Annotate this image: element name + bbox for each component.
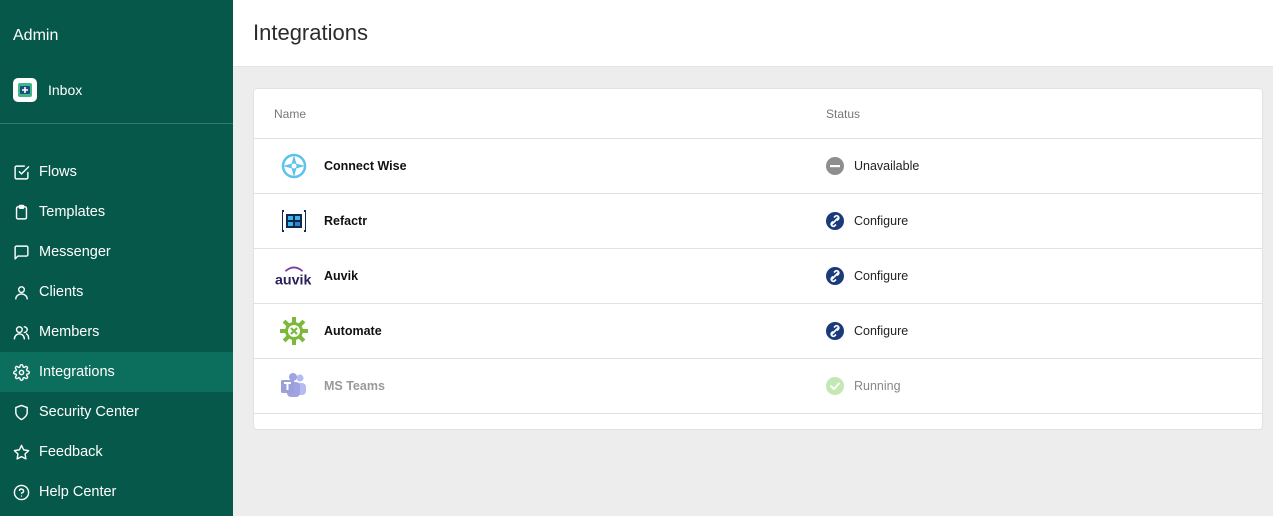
sidebar-item-label: Flows (39, 164, 77, 180)
sidebar-nav: Flows Templates Messenger Clients Member… (0, 152, 233, 512)
link-circle-icon (826, 322, 844, 340)
link-circle-icon (826, 212, 844, 230)
sidebar-item-messenger[interactable]: Messenger (0, 232, 233, 272)
sidebar-item-members[interactable]: Members (0, 312, 233, 352)
sidebar-item-integrations[interactable]: Integrations (0, 352, 233, 392)
sidebar-item-label: Messenger (39, 244, 111, 260)
table-header: Name Status (254, 89, 1262, 139)
table-row: Automate Configure (254, 304, 1262, 359)
sidebar-item-label: Members (39, 324, 100, 340)
column-header-name: Name (274, 107, 307, 121)
auvik-logo-text: auvik (275, 273, 312, 287)
gear-icon (13, 363, 30, 381)
integration-name: Automate (324, 324, 382, 338)
integration-status-label: Configure (854, 324, 909, 338)
refactr-logo (274, 205, 314, 237)
sidebar-item-clients[interactable]: Clients (0, 272, 233, 312)
table-row: auvik Auvik Configure (254, 249, 1262, 304)
connectwise-logo (274, 150, 314, 182)
integration-status-label: Unavailable (854, 159, 920, 173)
integration-name: Connect Wise (324, 159, 407, 173)
sidebar-inbox-link[interactable]: Inbox (13, 78, 213, 102)
sidebar-item-security-center[interactable]: Security Center (0, 392, 233, 432)
sidebar-item-label: Clients (39, 284, 84, 300)
integration-status-label: Configure (854, 269, 909, 283)
sidebar-item-label: Help Center (39, 484, 117, 500)
ms-teams-logo (274, 370, 314, 402)
person-icon (13, 284, 30, 301)
configure-button[interactable]: Configure (826, 267, 908, 285)
sidebar: Admin Inbox Flows Templates Messenger Cl… (0, 0, 233, 516)
integration-name: Auvik (324, 269, 359, 283)
page-title: Integrations (253, 20, 368, 45)
sidebar-item-feedback[interactable]: Feedback (0, 432, 233, 472)
people-icon (13, 324, 30, 341)
auvik-logo: auvik (274, 260, 314, 292)
clipboard-icon (13, 204, 30, 221)
star-icon (13, 444, 30, 461)
configure-button[interactable]: Configure (826, 322, 908, 340)
check-circle-icon (826, 377, 844, 395)
integration-status-label: Configure (854, 214, 909, 228)
minus-circle-icon (826, 157, 844, 175)
integrations-table: Name Status Connect Wise Unavailable Ref… (253, 88, 1263, 430)
sidebar-item-templates[interactable]: Templates (0, 192, 233, 232)
integration-name: Refactr (324, 214, 368, 228)
sidebar-item-label: Security Center (39, 404, 139, 420)
sidebar-item-label: Templates (39, 204, 106, 220)
table-row: Connect Wise Unavailable (254, 139, 1262, 194)
table-row: Refactr Configure (254, 194, 1262, 249)
configure-button[interactable]: Configure (826, 212, 908, 230)
integration-name: MS Teams (324, 379, 385, 393)
sidebar-title: Admin (13, 27, 59, 44)
link-circle-icon (826, 267, 844, 285)
chat-bubble-icon (13, 244, 30, 261)
check-square-icon (13, 164, 30, 181)
automate-logo (274, 315, 314, 347)
sidebar-divider (0, 123, 233, 124)
sidebar-item-label: Feedback (39, 444, 103, 460)
inbox-logo-icon (13, 78, 37, 102)
question-circle-icon (13, 484, 30, 501)
integration-status-label: Running (854, 379, 901, 393)
integration-status[interactable]: Running (826, 377, 901, 395)
sidebar-item-help-center[interactable]: Help Center (0, 472, 233, 512)
integration-status[interactable]: Unavailable (826, 157, 919, 175)
table-row: MS Teams Running (254, 359, 1262, 414)
shield-icon (13, 404, 30, 421)
inbox-label: Inbox (48, 82, 83, 98)
column-header-status: Status (826, 107, 861, 121)
sidebar-item-flows[interactable]: Flows (0, 152, 233, 192)
sidebar-item-label: Integrations (39, 364, 115, 380)
page-header: Integrations (233, 0, 1273, 67)
